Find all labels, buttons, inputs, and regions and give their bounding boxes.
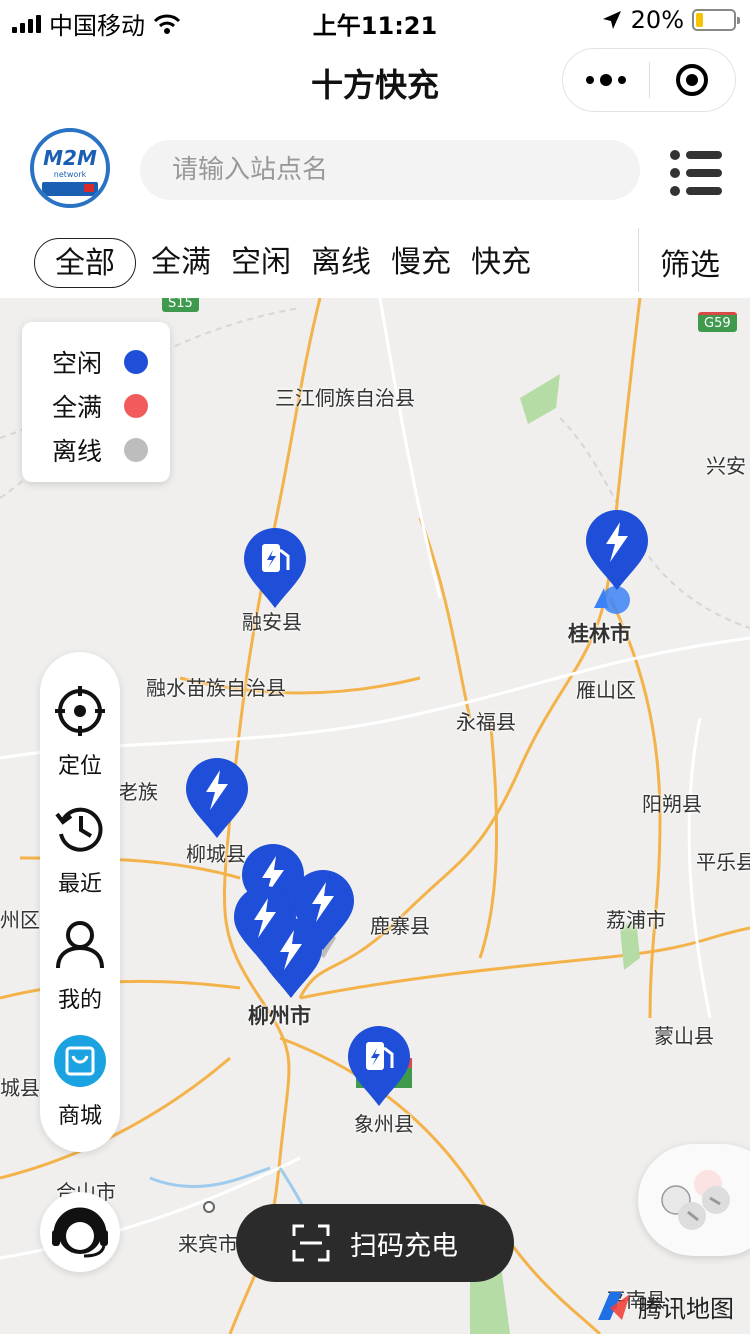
customer-service-button[interactable]	[40, 1192, 120, 1272]
tencent-map-watermark: 腾讯地图	[596, 1288, 734, 1324]
mine-label: 我的	[57, 988, 102, 1013]
tab-all[interactable]: 全部	[34, 238, 136, 288]
recent-label: 最近	[57, 872, 102, 897]
map-label-sanjiang: 三江侗族自治县	[275, 386, 415, 410]
mall-button[interactable]: 商城	[40, 1034, 120, 1130]
legend-dot-offline	[124, 438, 149, 462]
status-bar: 中国移动 上午11:21 20%	[0, 0, 750, 42]
logo-title: M2M	[43, 146, 97, 170]
map-label-zhou: 州区	[0, 908, 40, 932]
recent-button[interactable]: 最近	[40, 802, 120, 898]
map-label-guilin: 桂林市	[568, 622, 631, 646]
map-label-lipu: 荔浦市	[606, 908, 666, 932]
scan-charge-label: 扫码充电	[350, 1230, 458, 1262]
locate-button[interactable]: 定位	[40, 684, 120, 780]
map-label-yangshuo: 阳朔县	[642, 792, 702, 816]
filter-divider	[638, 228, 639, 292]
tab-full[interactable]: 全满	[148, 238, 214, 288]
tab-slow[interactable]: 慢充	[388, 238, 454, 288]
history-icon	[55, 807, 103, 852]
battery-icon	[692, 9, 740, 31]
station-pin-xiangzhou[interactable]	[346, 1024, 412, 1108]
search-row: M2M network 请输入站点名	[0, 124, 750, 220]
tab-fast[interactable]: 快充	[468, 238, 534, 288]
more-icon	[585, 74, 626, 86]
legend-dot-idle	[124, 350, 149, 374]
map-label-zu: 老族	[118, 780, 158, 804]
floating-window-icon	[661, 1170, 730, 1230]
flag-icon	[84, 184, 94, 192]
battery-percent: 20%	[630, 6, 684, 34]
tencent-map-label: 腾讯地图	[638, 1294, 734, 1323]
map-label-rongshui: 融水苗族自治县	[146, 676, 286, 700]
close-mini-program-button[interactable]	[650, 49, 736, 111]
road-shield-s15: S15	[162, 298, 199, 312]
status-right: 20%	[601, 6, 740, 34]
station-pin-rongan[interactable]	[242, 526, 308, 610]
map-label-luzhai: 鹿寨县	[370, 914, 430, 938]
map-label-cheng: 城县	[0, 1076, 40, 1100]
station-pin-liuzhou-4[interactable]	[258, 916, 324, 1000]
mall-label: 商城	[57, 1104, 102, 1129]
search-input[interactable]: 请输入站点名	[140, 140, 640, 200]
logo-subtitle: network	[53, 170, 87, 179]
legend-item-offline: 离线	[52, 432, 149, 468]
scan-charge-button[interactable]: 扫码充电	[236, 1204, 514, 1282]
scan-icon	[292, 1224, 330, 1262]
close-target-icon	[676, 64, 709, 96]
map-label-liucheng: 柳城县	[186, 842, 246, 866]
road-shield-g59: G59	[698, 312, 737, 332]
shopping-bag-icon	[54, 1035, 106, 1087]
legend-dot-full	[124, 394, 149, 418]
legend-item-full: 全满	[52, 388, 149, 424]
map-label-laibin: 来宾市	[178, 1232, 238, 1256]
crosshair-icon	[55, 686, 105, 736]
tab-offline[interactable]: 离线	[308, 238, 374, 288]
mini-program-capsule	[562, 48, 736, 112]
map-tools-sidebar: 定位 最近 我的 商城	[40, 652, 120, 1152]
legend-item-idle: 空闲	[52, 344, 149, 380]
user-icon	[56, 921, 104, 969]
location-arrow-icon	[602, 11, 621, 29]
headset-icon	[52, 1207, 108, 1258]
city-dot-laibin	[203, 1201, 215, 1213]
brand-logo[interactable]: M2M network	[30, 128, 110, 208]
more-button[interactable]	[563, 49, 649, 111]
map-label-liuzhou: 柳州市	[248, 1004, 311, 1028]
nav-bar: 十方快充	[0, 42, 750, 122]
station-pin-liucheng[interactable]	[184, 756, 250, 840]
filter-button[interactable]: 筛选	[660, 240, 720, 284]
map-label-rongan: 融安县	[242, 610, 302, 634]
map-label-yanshan: 雁山区	[576, 678, 636, 702]
map-label-yongfu: 永福县	[456, 710, 516, 734]
mine-button[interactable]: 我的	[40, 918, 120, 1014]
station-pin-guilin[interactable]	[584, 508, 650, 592]
map-label-xiangzhou: 象州县	[354, 1112, 414, 1136]
floating-mini-window[interactable]	[638, 1144, 750, 1256]
tab-idle[interactable]: 空闲	[228, 238, 294, 288]
locate-label: 定位	[57, 754, 102, 779]
list-view-icon[interactable]	[670, 150, 722, 196]
map-label-pingle: 平乐县	[696, 850, 750, 874]
map-label-xingan: 兴安	[706, 454, 746, 478]
status-legend: 空闲 全满 离线	[22, 322, 170, 482]
tencent-map-logo-icon	[598, 1292, 630, 1320]
map-label-mengshan: 蒙山县	[654, 1024, 714, 1048]
filter-tabs: 全部 全满 空闲 离线 慢充 快充 筛选	[0, 226, 750, 298]
